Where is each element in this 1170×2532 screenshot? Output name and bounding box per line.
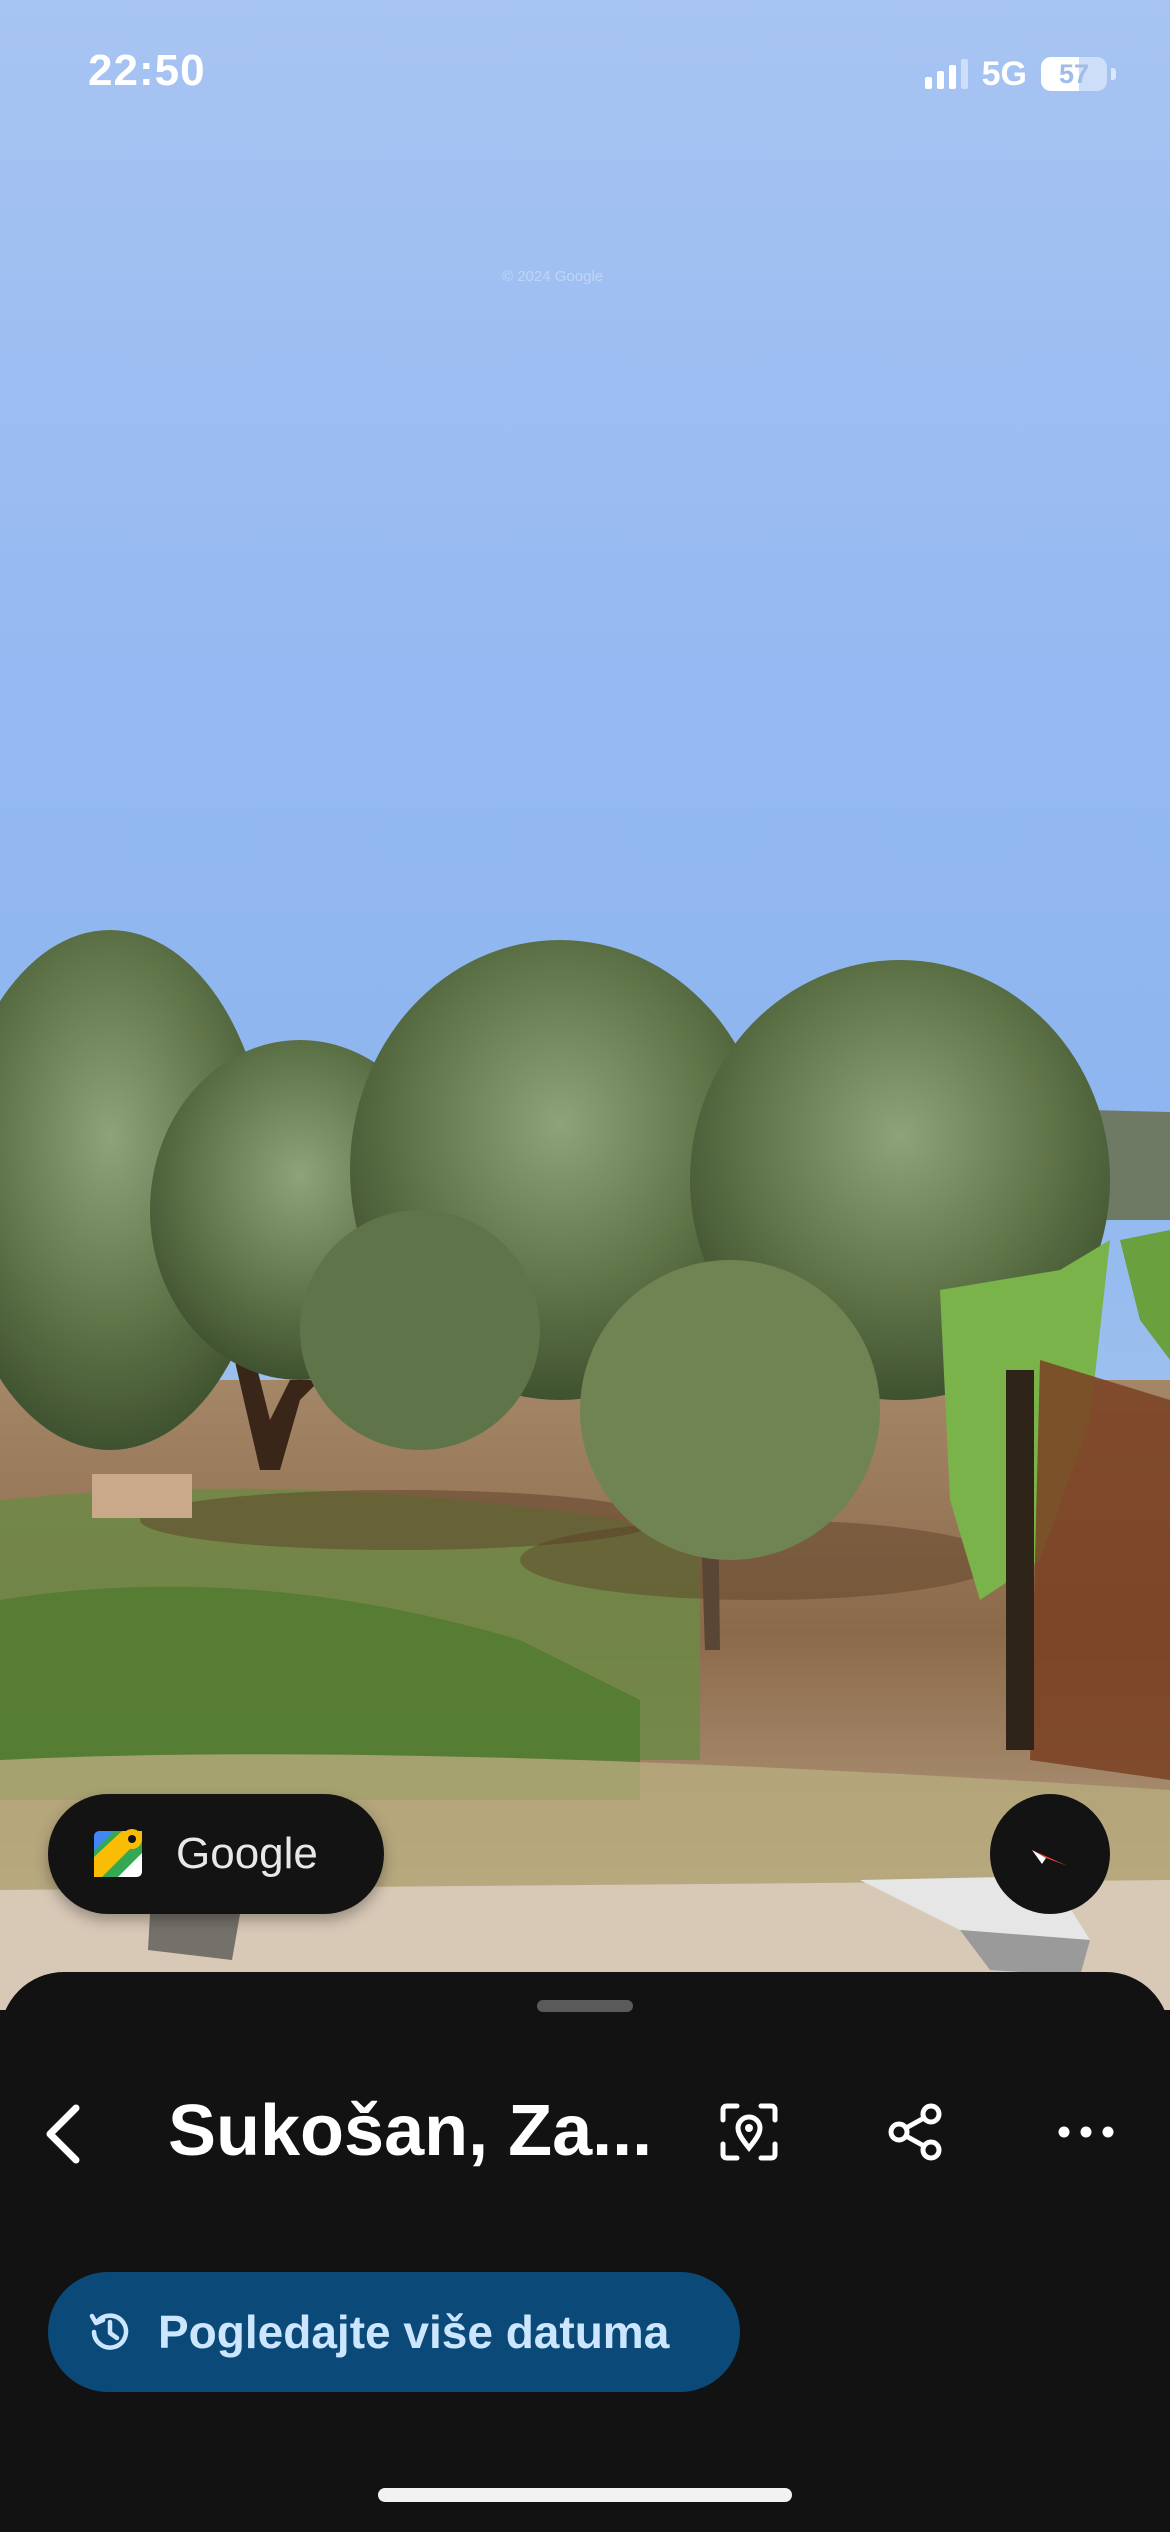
place-title: Sukošan, Za... — [168, 2091, 653, 2171]
see-more-dates-label: Pogledajte više datuma — [158, 2306, 670, 2358]
back-button[interactable] — [36, 2094, 92, 2174]
battery-percentage: 57 — [1058, 58, 1090, 89]
street-view-image — [0, 930, 1170, 2010]
google-attribution-chip[interactable]: Google — [48, 1794, 384, 1914]
share-button[interactable] — [873, 2090, 957, 2174]
status-indicators: 5G 57 — [924, 52, 1116, 96]
compass-button[interactable] — [990, 1794, 1110, 1914]
compass-icon — [1032, 1850, 1068, 1866]
battery-icon: 57 — [1041, 57, 1107, 91]
google-label: Google — [176, 1829, 318, 1878]
see-more-dates-button[interactable]: Pogledajte više datuma — [48, 2272, 740, 2392]
more-horizontal-icon — [1058, 2126, 1114, 2138]
history-icon — [89, 2313, 129, 2350]
status-bar: 22:50 5G 57 — [0, 0, 1170, 150]
cellular-signal-icon — [924, 59, 968, 89]
place-bottom-sheet: Sukošan, Za... Pogledajte više datuma — [0, 1972, 1170, 2532]
street-view-panorama[interactable]: © 2024 Google — [0, 0, 1170, 2010]
google-maps-icon — [94, 1829, 142, 1877]
street-view-copyright: © 2024 Google — [502, 268, 604, 285]
chevron-left-icon — [46, 2104, 80, 2164]
location-focus-icon — [720, 2103, 778, 2161]
more-options-button[interactable] — [1044, 2090, 1128, 2174]
location-focus-button[interactable] — [707, 2090, 791, 2174]
status-time: 22:50 — [88, 46, 206, 95]
sheet-drag-handle[interactable] — [537, 2000, 633, 2012]
share-icon — [888, 2103, 942, 2161]
home-indicator[interactable] — [378, 2488, 792, 2502]
network-type: 5G — [981, 54, 1027, 93]
battery-tip — [1111, 68, 1116, 80]
